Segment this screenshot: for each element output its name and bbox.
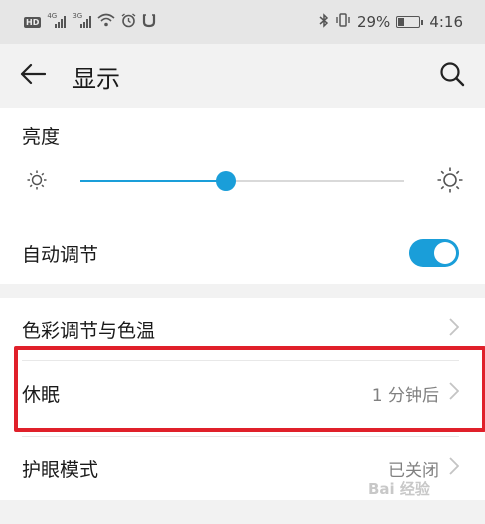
chevron-right-icon bbox=[449, 456, 460, 480]
brightness-card: 亮度 自动调节 bbox=[0, 108, 485, 284]
title-bar: 显示 bbox=[0, 44, 485, 108]
clock: 4:16 bbox=[429, 13, 463, 31]
signal-3g-icon: 3G bbox=[72, 12, 92, 28]
eye-comfort-value: 已关闭 bbox=[388, 460, 439, 481]
chevron-right-icon bbox=[449, 381, 460, 405]
alarm-icon bbox=[121, 12, 136, 32]
status-bar: HD 4G 3G 29% 4:16 bbox=[0, 0, 485, 44]
arrow-left-icon[interactable] bbox=[20, 63, 47, 89]
eye-comfort-label: 护眼模式 bbox=[22, 458, 99, 481]
settings-list-card: 色彩调节与色温 休眠 1 分钟后 护眼模式 已关闭 bbox=[0, 298, 485, 500]
auto-adjust-toggle[interactable] bbox=[409, 239, 459, 267]
sun-small-icon bbox=[26, 169, 48, 195]
app-notification-icon bbox=[142, 13, 156, 32]
sun-large-icon bbox=[436, 166, 464, 198]
auto-adjust-label: 自动调节 bbox=[22, 243, 99, 266]
bluetooth-icon bbox=[319, 12, 329, 32]
signal-4g-icon: 4G bbox=[47, 12, 67, 28]
vibrate-icon bbox=[335, 13, 351, 31]
hd-badge: HD bbox=[24, 16, 42, 28]
sleep-label: 休眠 bbox=[22, 383, 61, 406]
sleep-row[interactable]: 休眠 1 分钟后 bbox=[0, 361, 485, 425]
slider-fill bbox=[80, 180, 226, 182]
auto-adjust-row[interactable]: 自动调节 bbox=[0, 228, 485, 278]
color-temp-row[interactable]: 色彩调节与色温 bbox=[0, 298, 485, 360]
wifi-icon bbox=[97, 13, 115, 31]
battery-icon bbox=[396, 16, 424, 28]
slider-track[interactable] bbox=[80, 180, 404, 182]
battery-percent: 29% bbox=[356, 13, 391, 31]
sleep-value: 1 分钟后 bbox=[371, 385, 439, 406]
page-title: 显示 bbox=[72, 64, 120, 93]
status-left: HD 4G 3G bbox=[24, 12, 156, 32]
slider-thumb[interactable] bbox=[215, 171, 236, 191]
brightness-slider[interactable] bbox=[22, 166, 464, 196]
status-right: 29% 4:16 bbox=[319, 12, 463, 32]
search-icon[interactable] bbox=[439, 61, 465, 91]
color-temp-label: 色彩调节与色温 bbox=[22, 319, 156, 342]
brightness-label: 亮度 bbox=[22, 126, 61, 148]
chevron-right-icon bbox=[449, 317, 460, 341]
watermark: Bai 经验 bbox=[368, 480, 430, 498]
